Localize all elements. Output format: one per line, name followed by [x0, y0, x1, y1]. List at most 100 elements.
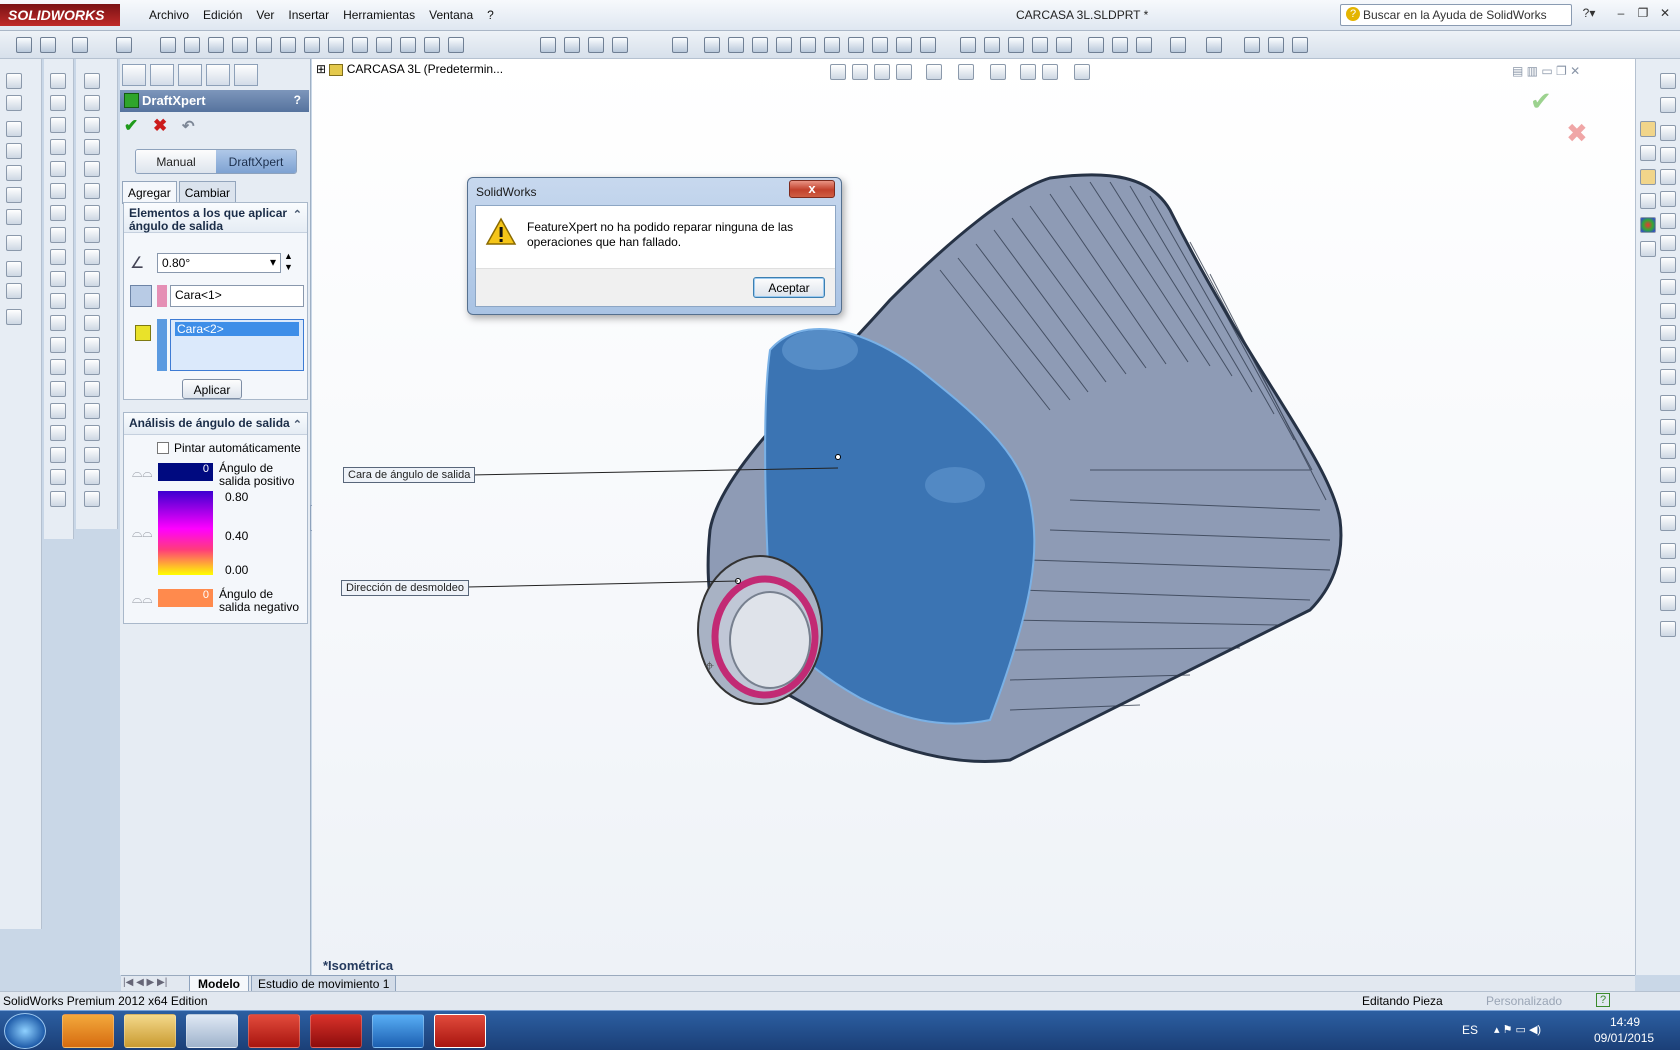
pattern-icon[interactable] — [1660, 491, 1676, 507]
mold-s-icon[interactable] — [50, 469, 66, 485]
menu-archivo[interactable]: Archivo — [142, 8, 196, 22]
tool-g-icon[interactable] — [6, 209, 22, 225]
draft-angle-input[interactable]: 0.80° ▾ — [157, 253, 281, 273]
surf-l-icon[interactable] — [84, 315, 100, 331]
solidworks-logo[interactable]: SOLIDWORKS — [0, 4, 120, 26]
menu-ver[interactable]: Ver — [249, 8, 281, 22]
design-library-icon[interactable] — [1640, 145, 1656, 161]
solidworks-taskbar-icon[interactable] — [248, 1014, 300, 1048]
mold-a-icon[interactable] — [50, 73, 66, 89]
acrobat-taskbar-icon[interactable] — [310, 1014, 362, 1048]
scene-icon[interactable] — [1268, 37, 1284, 53]
outlook-taskbar-icon[interactable] — [62, 1014, 114, 1048]
surf-j-icon[interactable] — [84, 271, 100, 287]
repair-icon[interactable] — [1660, 567, 1676, 583]
polygon-icon[interactable] — [1660, 303, 1676, 319]
display-style-icon[interactable] — [958, 64, 974, 80]
std-view-icon[interactable] — [540, 37, 556, 53]
mold-m-icon[interactable] — [50, 337, 66, 353]
tool-i-icon[interactable] — [6, 261, 22, 277]
surf-a-icon[interactable] — [84, 73, 100, 89]
mold-h-icon[interactable] — [50, 227, 66, 243]
minimize-icon[interactable]: – — [1612, 6, 1630, 22]
viewport-window-controls[interactable]: ▤ ▥ ▭ ❐ ✕ — [1512, 64, 1580, 78]
sketch-tool-a-icon[interactable] — [1660, 73, 1676, 89]
text-icon[interactable] — [1660, 369, 1676, 385]
feature-icon[interactable] — [40, 37, 56, 53]
point-icon[interactable] — [1660, 325, 1676, 341]
dimetric-icon[interactable] — [752, 37, 768, 53]
surf-s-icon[interactable] — [84, 469, 100, 485]
rapid-sketch-icon[interactable] — [1660, 621, 1676, 637]
mirror-icon[interactable] — [1660, 467, 1676, 483]
accept-button[interactable]: Aceptar — [753, 277, 825, 298]
zoom-to-area-icon[interactable] — [852, 64, 868, 80]
tab-scroll-arrows[interactable]: |◀ ◀ ▶ ▶| — [123, 977, 167, 988]
angle-spinner[interactable]: ▲ ▼ — [284, 251, 293, 273]
resources-home-icon[interactable] — [1640, 121, 1656, 137]
undo-icon[interactable]: ↶ — [182, 118, 195, 135]
pull-direction-callout[interactable]: Dirección de desmoldeo — [341, 580, 470, 596]
property-manager-tab-icon[interactable] — [150, 64, 174, 86]
curvature-icon[interactable] — [376, 37, 392, 53]
view-bottom-icon[interactable] — [800, 37, 816, 53]
pm-help-button[interactable]: ? — [294, 93, 301, 107]
rectangle-icon[interactable] — [1660, 147, 1676, 163]
previous-view-icon[interactable] — [874, 64, 890, 80]
appearances-icon[interactable] — [1640, 217, 1656, 233]
tool-f-icon[interactable] — [6, 187, 22, 203]
zoom-fit-icon[interactable] — [960, 37, 976, 53]
surf-p-icon[interactable] — [84, 403, 100, 419]
dimxpert-tab-icon[interactable] — [206, 64, 230, 86]
explorer-taskbar-icon[interactable] — [124, 1014, 176, 1048]
view-right-icon[interactable] — [824, 37, 840, 53]
mold-f-icon[interactable] — [50, 183, 66, 199]
rebuild-icon[interactable] — [116, 37, 132, 53]
menu-help[interactable]: ? — [480, 8, 501, 22]
wireframe-icon[interactable] — [1136, 37, 1152, 53]
import-diagnostics-icon[interactable] — [304, 37, 320, 53]
sketch-icon[interactable] — [16, 37, 32, 53]
confirm-corner-cancel-icon[interactable]: ✖ — [1566, 118, 1588, 149]
iso-view-icon[interactable] — [704, 37, 720, 53]
view-settings-icon[interactable] — [1074, 64, 1090, 80]
clock-time[interactable]: 14:49 — [1610, 1015, 1640, 1029]
normal-to-icon[interactable] — [672, 37, 688, 53]
undercut-icon[interactable] — [424, 37, 440, 53]
arc-icon[interactable] — [1660, 213, 1676, 229]
tab-cambiar[interactable]: Cambiar — [178, 181, 237, 204]
apply-button[interactable]: Aplicar — [182, 379, 242, 399]
realview-icon[interactable] — [1292, 37, 1308, 53]
surf-e-icon[interactable] — [84, 161, 100, 177]
quick-snaps-icon[interactable] — [1660, 595, 1676, 611]
pull-direction-icon[interactable] — [130, 285, 152, 307]
mold-p-icon[interactable] — [50, 403, 66, 419]
glasses-icon[interactable]: ⌓⌓ — [132, 591, 153, 607]
solidworks-active-taskbar-icon[interactable] — [434, 1014, 486, 1048]
spell-icon[interactable] — [160, 37, 176, 53]
mold-b-icon[interactable] — [50, 95, 66, 111]
parting-analysis-icon[interactable] — [448, 37, 464, 53]
view-palette-icon[interactable] — [1640, 193, 1656, 209]
neutral-face-field[interactable]: Cara<1> — [170, 285, 304, 307]
mold-l-icon[interactable] — [50, 315, 66, 331]
surf-b-icon[interactable] — [84, 95, 100, 111]
line-icon[interactable] — [1660, 125, 1676, 141]
analysis-group-header[interactable]: Análisis de ángulo de salida ⌃ — [124, 413, 307, 435]
surf-c-icon[interactable] — [84, 117, 100, 133]
measure-tool-icon[interactable] — [920, 37, 936, 53]
shaded-icon[interactable] — [1170, 37, 1186, 53]
mold-o-icon[interactable] — [50, 381, 66, 397]
configuration-manager-tab-icon[interactable] — [178, 64, 202, 86]
section-view-icon[interactable] — [1206, 37, 1222, 53]
trim-icon[interactable] — [1660, 395, 1676, 411]
dialog-close-button[interactable]: x — [789, 180, 835, 198]
help-search-input[interactable]: ? Buscar en la Ayuda de SolidWorks — [1340, 4, 1572, 26]
restore-icon[interactable]: ❐ — [1634, 6, 1652, 22]
view-back-icon[interactable] — [588, 37, 604, 53]
display-manager-tab-icon[interactable] — [234, 64, 258, 86]
file-explorer-icon[interactable] — [1640, 169, 1656, 185]
calculator-taskbar-icon[interactable] — [186, 1014, 238, 1048]
centerline-icon[interactable] — [1660, 347, 1676, 363]
help-dropdown-icon[interactable]: ?▾ — [1580, 6, 1598, 22]
